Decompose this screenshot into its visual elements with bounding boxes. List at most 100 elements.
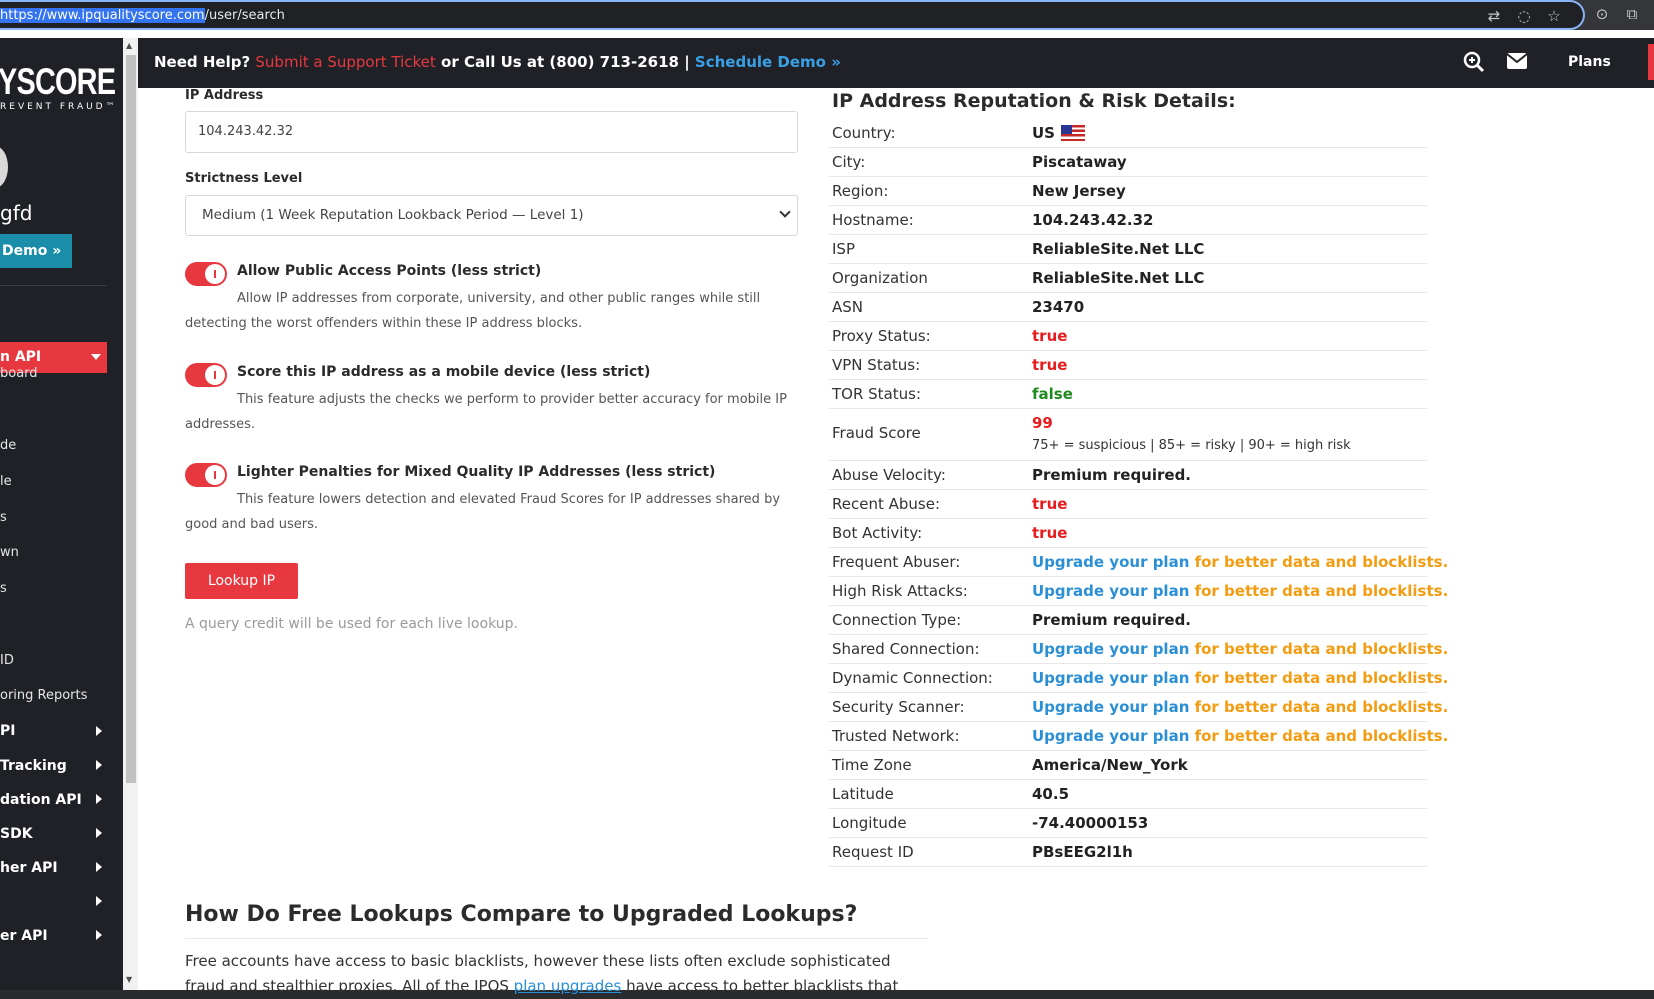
nav-action-button[interactable] [1648, 44, 1654, 80]
plans-link[interactable]: Plans [1568, 54, 1611, 70]
caret-right-icon [96, 896, 102, 906]
caret-right-icon [96, 760, 102, 770]
details-value-text: Piscataway [1032, 153, 1127, 171]
support-ticket-link[interactable]: Submit a Support Ticket [255, 53, 435, 71]
details-value-text: ReliableSite.Net LLC [1032, 269, 1205, 287]
upgrade-plan-link[interactable]: Upgrade your plan [1032, 640, 1189, 658]
details-key: Trusted Network: [832, 727, 960, 745]
details-key: Hostname: [832, 211, 914, 229]
star-icon[interactable]: ☆ [1545, 7, 1563, 25]
translate-icon[interactable]: ⇄ [1485, 7, 1503, 25]
details-row: Hostname: 104.243.42.32 [829, 206, 1427, 235]
sidebar-item-dashboard[interactable]: board [0, 366, 38, 381]
eye-off-icon[interactable]: ◌ [1515, 7, 1533, 25]
sidebar-item[interactable]: de [0, 438, 16, 453]
details-title: IP Address Reputation & Risk Details: [832, 90, 1236, 112]
details-row: High Risk Attacks: Upgrade your plan for … [829, 577, 1448, 606]
strictness-label: Strictness Level [185, 171, 303, 186]
details-row: VPN Status: true [829, 351, 1427, 380]
details-value-text: 99 [1032, 414, 1053, 432]
schedule-demo-button[interactable]: Demo » [0, 234, 72, 268]
sidebar: YSCORE REVENT FRAUD™ gfd Demo » n API bo… [0, 38, 123, 999]
mail-icon[interactable] [1506, 51, 1528, 75]
url-selected: https://www.ipqualityscore.com [0, 8, 205, 23]
sidebar-item-scoring-reports[interactable]: oring Reports [0, 688, 87, 703]
details-value: Upgrade your plan for better data and bl… [1032, 640, 1448, 658]
details-row: Shared Connection: Upgrade your plan for … [829, 635, 1448, 664]
option-title: Allow Public Access Points (less strict) [237, 263, 542, 279]
details-value: Premium required. [1032, 466, 1191, 484]
details-key: City: [832, 153, 866, 171]
avatar[interactable] [0, 146, 8, 188]
upgrade-plan-link[interactable]: Upgrade your plan [1032, 669, 1189, 687]
strictness-select[interactable]: Medium (1 Week Reputation Lookback Perio… [185, 195, 798, 236]
sidebar-item-tracking[interactable]: Tracking [0, 758, 67, 774]
sidebar-item-validation-api[interactable]: dation API [0, 792, 82, 808]
details-value-text: US [1032, 124, 1055, 142]
search-zoom-icon[interactable] [1463, 51, 1485, 78]
toggle-mobile-device[interactable] [185, 363, 227, 387]
option-description: Allow IP addresses from corporate, unive… [185, 291, 761, 331]
sidebar-item-api[interactable]: PI [0, 723, 15, 739]
details-key: Longitude [832, 814, 907, 832]
details-value: America/New_York [1032, 756, 1188, 774]
sidebar-item[interactable]: s [0, 581, 7, 596]
schedule-demo-link[interactable]: Schedule Demo » [695, 53, 841, 71]
details-value-text: New Jersey [1032, 182, 1126, 200]
details-value: Upgrade your plan for better data and bl… [1032, 727, 1448, 745]
details-value: true [1032, 327, 1067, 345]
details-value: New Jersey [1032, 182, 1126, 200]
details-row: ISP ReliableSite.Net LLC [829, 235, 1427, 264]
brand-logo[interactable]: YSCORE [0, 61, 116, 103]
sidebar-item-sdk[interactable]: SDK [0, 826, 33, 842]
details-key: High Risk Attacks: [832, 582, 968, 600]
details-value: Premium required. [1032, 611, 1191, 629]
toggle-public-access[interactable] [185, 262, 227, 286]
details-row: Longitude -74.40000153 [829, 809, 1427, 838]
details-row: Bot Activity: true [829, 519, 1427, 548]
divider [185, 938, 928, 939]
sidebar-item[interactable]: le [0, 474, 12, 489]
url-text[interactable]: https://www.ipqualityscore.com/user/sear… [0, 8, 285, 23]
plan-upgrades-link[interactable]: plan upgrades [514, 977, 622, 995]
sidebar-item[interactable]: s [0, 510, 7, 525]
upgrade-plan-link[interactable]: Upgrade your plan [1032, 582, 1189, 600]
details-value-text: 104.243.42.32 [1032, 211, 1154, 229]
details-key: Country: [832, 124, 896, 142]
upgrade-plan-link[interactable]: Upgrade your plan [1032, 553, 1189, 571]
details-key: Shared Connection: [832, 640, 980, 658]
toggle-knob [205, 465, 225, 485]
sidebar-item-user-api[interactable]: er API [0, 928, 48, 944]
sidebar-item-other-api[interactable]: her API [0, 860, 58, 876]
details-key: ASN [832, 298, 864, 316]
share-icon[interactable]: ⊙ [1593, 5, 1611, 23]
help-banner: Need Help? Submit a Support Ticket or Ca… [154, 53, 841, 71]
lookup-ip-button[interactable]: Lookup IP [185, 563, 298, 599]
details-row: TOR Status: false [829, 380, 1427, 409]
details-row: Region: New Jersey [829, 177, 1427, 206]
sidebar-item[interactable]: wn [0, 545, 19, 560]
browser-toolbar: https://www.ipqualityscore.com/user/sear… [0, 0, 1654, 30]
details-key: Security Scanner: [832, 698, 965, 716]
username: gfd [0, 201, 33, 225]
scrollbar-thumb[interactable] [126, 55, 136, 783]
details-row: Trusted Network: Upgrade your plan for be… [829, 722, 1448, 751]
upgrade-plan-link[interactable]: Upgrade your plan [1032, 698, 1189, 716]
upgrade-text: for better data and blocklists. [1189, 582, 1449, 600]
scroll-up-icon[interactable]: ▲ [126, 41, 132, 50]
sidebar-item-id[interactable]: ID [0, 653, 14, 668]
toggle-lighter-penalties[interactable] [185, 463, 227, 487]
ip-address-label: IP Address [185, 88, 264, 103]
details-row: ASN 23470 [829, 293, 1427, 322]
details-value: Piscataway [1032, 153, 1127, 171]
sidebar-item-label: n API [0, 349, 42, 365]
details-key: Request ID [832, 843, 914, 861]
details-value: PBsEEG2l1h [1032, 843, 1133, 861]
ip-address-input[interactable]: 104.243.42.32 [185, 111, 798, 153]
upgrade-plan-link[interactable]: Upgrade your plan [1032, 727, 1189, 745]
compare-text-end: have access to better blacklists that [621, 977, 899, 995]
caret-right-icon [96, 862, 102, 872]
scroll-down-icon[interactable]: ▼ [126, 975, 132, 984]
address-bar[interactable]: https://www.ipqualityscore.com/user/sear… [0, 0, 1585, 30]
extensions-icon[interactable]: ⧉ [1623, 5, 1641, 23]
